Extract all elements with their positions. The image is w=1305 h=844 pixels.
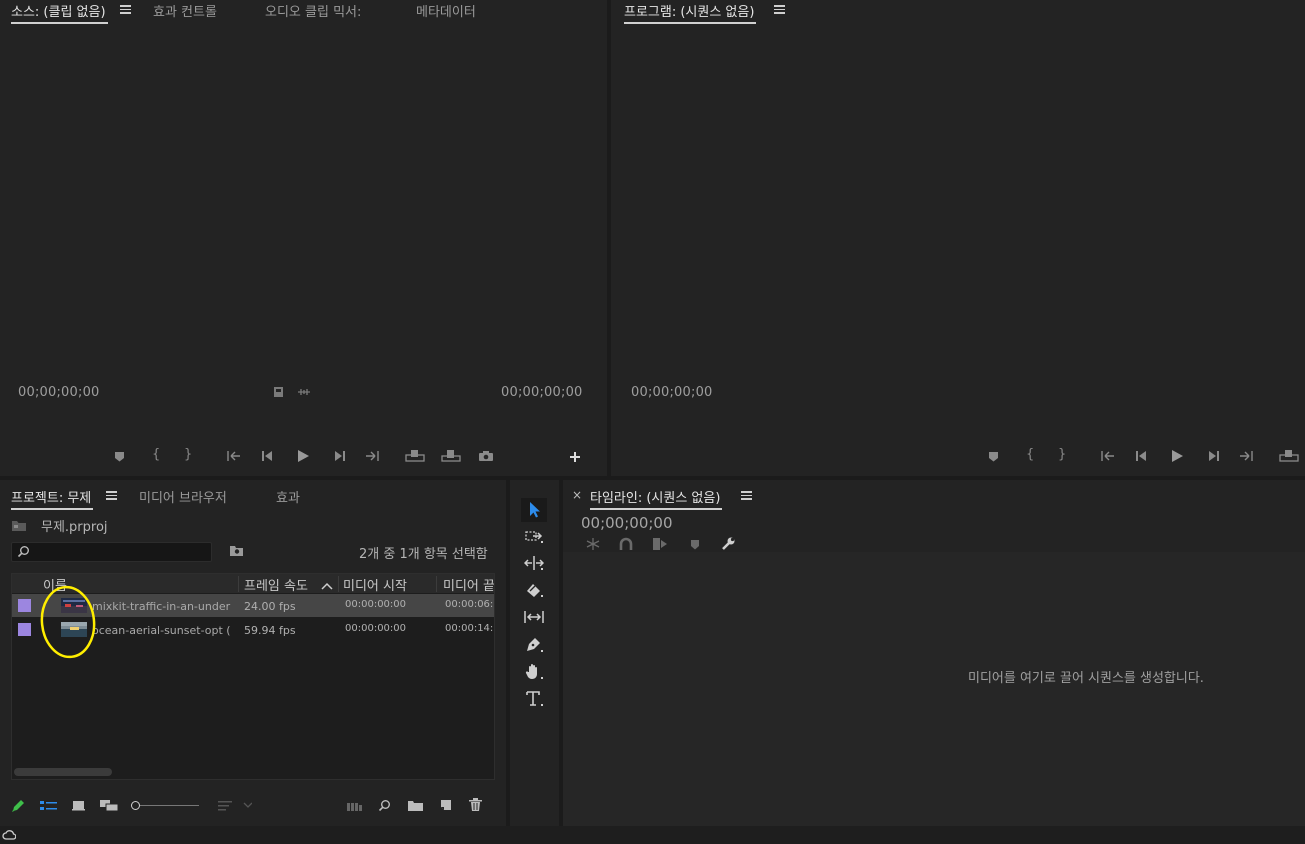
- mark-out-icon[interactable]: }: [184, 448, 192, 461]
- column-frame-rate[interactable]: 프레임 속도: [244, 575, 308, 594]
- step-forward-icon[interactable]: [332, 450, 346, 462]
- automate-to-sequence-icon[interactable]: [347, 801, 363, 815]
- drag-audio-only-icon[interactable]: [297, 387, 311, 397]
- lift-icon[interactable]: [1279, 449, 1299, 462]
- find-icon[interactable]: [378, 799, 391, 815]
- insert-icon[interactable]: [405, 449, 425, 462]
- add-marker-icon[interactable]: [114, 451, 125, 462]
- mark-in-icon[interactable]: {: [152, 448, 160, 461]
- sort-ascending-icon[interactable]: [321, 579, 333, 593]
- tab-source[interactable]: 소스: (클립 없음): [11, 1, 108, 24]
- project-panel-menu-icon[interactable]: [106, 491, 117, 500]
- clip-media-end: 00:00:14:00: [445, 623, 493, 634]
- export-frame-icon[interactable]: [478, 450, 494, 462]
- hand-tool[interactable]: [521, 660, 547, 684]
- timeline-timecode[interactable]: 00;00;00;00: [581, 514, 673, 532]
- column-media-end[interactable]: 미디어 끝: [443, 575, 494, 594]
- tab-media-browser[interactable]: 미디어 브라우저: [139, 487, 227, 506]
- list-view-icon[interactable]: [40, 800, 57, 815]
- clip-media-start: 00:00:00:00: [345, 623, 407, 634]
- step-back-icon[interactable]: [261, 450, 275, 462]
- clip-media-start: 00:00:00:00: [345, 599, 407, 610]
- mark-in-icon[interactable]: {: [1026, 448, 1034, 461]
- pen-tool[interactable]: [521, 633, 547, 657]
- selection-tool[interactable]: [521, 498, 547, 522]
- column-media-start[interactable]: 미디어 시작: [343, 575, 407, 594]
- horizontal-scrollbar[interactable]: [14, 768, 112, 776]
- clip-fps: 59.94 fps: [244, 624, 296, 637]
- play-icon[interactable]: [297, 449, 310, 463]
- clear-trash-icon[interactable]: [469, 798, 482, 815]
- slip-tool[interactable]: [521, 606, 547, 630]
- mark-out-icon[interactable]: }: [1058, 448, 1066, 461]
- source-timecode-playhead[interactable]: 00;00;00;00: [18, 385, 100, 400]
- program-tab-bar: 프로그램: (시퀀스 없음): [611, 0, 1305, 24]
- go-to-in-icon[interactable]: [226, 450, 242, 462]
- project-search-input[interactable]: [11, 542, 212, 562]
- timeline-empty-message: 미디어를 여기로 끌어 시퀀스를 생성합니다.: [968, 671, 1204, 686]
- play-icon[interactable]: [1171, 449, 1184, 463]
- write-protect-pencil-icon[interactable]: [11, 798, 26, 816]
- search-icon: [17, 545, 30, 561]
- timeline-panel-menu-icon[interactable]: [741, 491, 752, 500]
- tab-timeline[interactable]: 타임라인: (시퀀스 없음): [590, 487, 723, 510]
- razor-tool[interactable]: [521, 579, 547, 603]
- go-to-in-icon[interactable]: [1100, 450, 1116, 462]
- add-marker-icon[interactable]: [690, 539, 700, 553]
- label-color-swatch[interactable]: [18, 623, 31, 636]
- clip-fps: 24.00 fps: [244, 600, 296, 613]
- go-to-out-icon[interactable]: [1238, 450, 1254, 462]
- new-bin-icon[interactable]: [408, 800, 423, 814]
- source-monitor-panel: 소스: (클립 없음) 효과 컨트롤 오디오 클립 믹서: 메타데이터 00;0…: [0, 0, 607, 476]
- freeform-view-icon[interactable]: [99, 799, 119, 815]
- source-timecode-duration: 00;00;00;00: [501, 385, 583, 400]
- program-panel-menu-icon[interactable]: [774, 5, 785, 14]
- overwrite-icon[interactable]: [441, 449, 461, 462]
- add-marker-icon[interactable]: [988, 451, 999, 462]
- clip-name: ocean-aerial-sunset-opt (: [92, 624, 231, 637]
- track-select-forward-tool[interactable]: [521, 525, 547, 549]
- zoom-slider-handle[interactable]: [131, 801, 140, 810]
- ripple-edit-tool[interactable]: [521, 552, 547, 576]
- tab-program[interactable]: 프로그램: (시퀀스 없음): [624, 1, 757, 24]
- zoom-slider-track: [135, 805, 199, 806]
- program-monitor-panel: 프로그램: (시퀀스 없음) 00;00;00;00 { }: [611, 0, 1305, 476]
- close-timeline-icon[interactable]: ×: [572, 488, 582, 502]
- new-item-icon[interactable]: [440, 799, 452, 814]
- zoom-slider[interactable]: [131, 800, 201, 812]
- tab-effect-controls[interactable]: 효과 컨트롤: [153, 1, 217, 20]
- add-button-icon[interactable]: [569, 451, 581, 463]
- timeline-panel: × 타임라인: (시퀀스 없음) 00;00;00;00 미디어를 여기로 끌어…: [563, 480, 1305, 826]
- clip-media-end: 00:00:06:00: [445, 599, 493, 610]
- icon-view-icon[interactable]: [72, 800, 85, 814]
- annotation-ellipse: [39, 585, 101, 664]
- step-back-icon[interactable]: [1135, 450, 1149, 462]
- tab-audio-clip-mixer[interactable]: 오디오 클립 믹서:: [265, 1, 361, 20]
- new-search-bin-icon[interactable]: [229, 544, 244, 560]
- column-divider[interactable]: [338, 576, 339, 592]
- program-timecode-playhead[interactable]: 00;00;00;00: [631, 385, 713, 400]
- label-color-swatch[interactable]: [18, 599, 31, 612]
- creative-cloud-icon[interactable]: [2, 829, 17, 843]
- tab-project[interactable]: 프로젝트: 무제: [11, 487, 94, 510]
- selection-status: 2개 중 1개 항목 선택함: [359, 547, 488, 562]
- drag-video-only-icon[interactable]: [273, 386, 284, 398]
- column-divider[interactable]: [436, 576, 437, 592]
- status-bar: [0, 826, 1305, 844]
- type-tool[interactable]: [521, 687, 547, 711]
- project-file-name: 무제.prproj: [41, 520, 108, 535]
- tab-effects[interactable]: 효과: [276, 487, 300, 506]
- clip-name: mixkit-traffic-in-an-under: [92, 600, 231, 613]
- go-to-out-icon[interactable]: [364, 450, 380, 462]
- column-divider[interactable]: [238, 576, 239, 592]
- sort-icons-icon[interactable]: [218, 800, 253, 814]
- source-tab-bar: 소스: (클립 없음) 효과 컨트롤 오디오 클립 믹서: 메타데이터: [0, 0, 607, 24]
- timeline-track-area[interactable]: 미디어를 여기로 끌어 시퀀스를 생성합니다.: [563, 552, 1305, 826]
- step-forward-icon[interactable]: [1206, 450, 1220, 462]
- project-folder-icon: [11, 518, 27, 535]
- source-panel-menu-icon[interactable]: [120, 5, 131, 14]
- tab-metadata[interactable]: 메타데이터: [416, 1, 476, 20]
- project-tab-bar: 프로젝트: 무제 미디어 브라우저 효과: [0, 480, 506, 510]
